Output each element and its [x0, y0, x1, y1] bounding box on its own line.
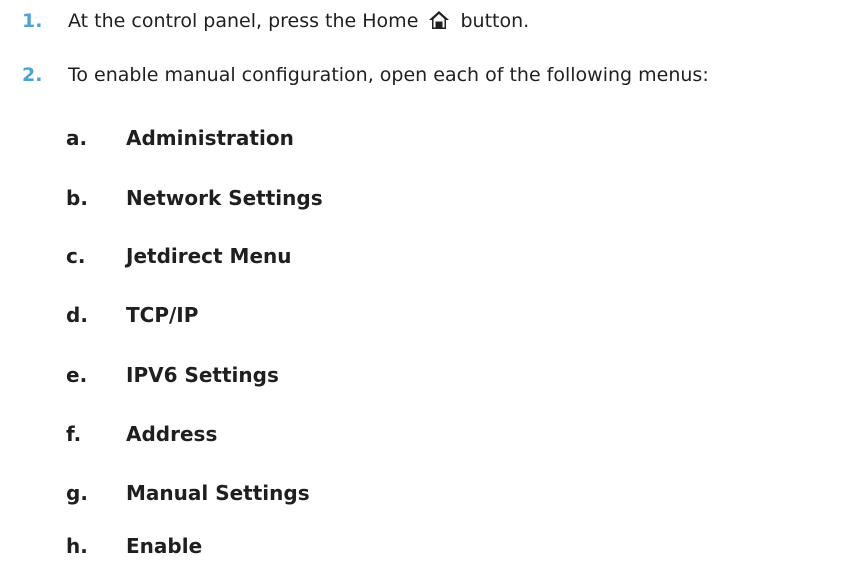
menu-path-letter: g.: [66, 481, 88, 505]
menu-path-letter: d.: [66, 303, 88, 327]
step-number: 2.: [22, 64, 43, 86]
menu-path-item-ipv6-settings: e. IPV6 Settings: [66, 363, 279, 387]
menu-path-letter: f.: [66, 422, 82, 446]
menu-path-label: TCP/IP: [126, 303, 199, 327]
menu-path-item-manual-settings: g. Manual Settings: [66, 481, 310, 505]
menu-path-item-network-settings: b. Network Settings: [66, 186, 323, 210]
home-icon: [428, 10, 450, 30]
menu-path-label: IPV6 Settings: [126, 363, 279, 387]
menu-path-label: Jetdirect Menu: [126, 244, 292, 268]
menu-path-label: Administration: [126, 126, 294, 150]
menu-path-letter: e.: [66, 363, 88, 387]
menu-path-label: Enable: [126, 534, 203, 558]
menu-path-item-jetdirect-menu: c. Jetdirect Menu: [66, 244, 292, 268]
menu-path-letter: h.: [66, 534, 88, 558]
menu-path-letter: b.: [66, 186, 88, 210]
step-text: At the control panel, press the Home but…: [68, 10, 529, 32]
step-text-before-icon: At the control panel, press the Home: [68, 10, 419, 32]
menu-path-item-address: f. Address: [66, 422, 217, 446]
step-text: To enable manual configuration, open eac…: [68, 64, 709, 86]
menu-path-item-tcp-ip: d. TCP/IP: [66, 303, 198, 327]
step-1: 1. At the control panel, press the Home …: [0, 10, 529, 32]
step-text-after-icon: button.: [460, 10, 530, 32]
menu-path-label: Manual Settings: [126, 481, 310, 505]
menu-path-letter: c.: [66, 244, 86, 268]
menu-path-item-administration: a. Administration: [66, 126, 294, 150]
step-number: 1.: [22, 10, 43, 32]
menu-path-label: Address: [126, 422, 218, 446]
step-2: 2. To enable manual configuration, open …: [0, 64, 709, 86]
menu-path-letter: a.: [66, 126, 88, 150]
menu-path-item-enable: h. Enable: [66, 534, 202, 558]
menu-path-label: Network Settings: [126, 186, 323, 210]
